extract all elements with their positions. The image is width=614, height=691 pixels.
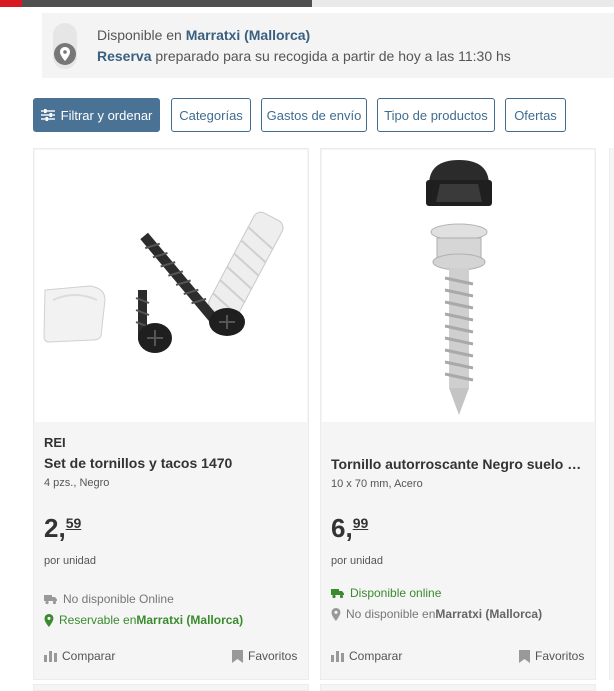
reservation-line: Reserva preparado para su recogida a par… xyxy=(97,48,511,64)
online-status-text: Disponible online xyxy=(350,586,442,600)
compare-button[interactable]: Comparar xyxy=(44,649,115,663)
price-integer: 6, xyxy=(331,513,353,543)
sliders-icon xyxy=(40,109,55,121)
offers-button[interactable]: Ofertas xyxy=(505,98,566,132)
online-status-text: No disponible Online xyxy=(63,592,174,606)
location-pin-icon xyxy=(54,43,76,65)
card-actions: Comparar Favoritos xyxy=(44,649,298,665)
top-strip-red-segment xyxy=(0,0,22,7)
location-pin-icon xyxy=(331,607,341,621)
store-pin-bubble xyxy=(53,23,77,69)
product-title[interactable]: Set de tornillos y tacos 1470 xyxy=(44,455,300,471)
categories-label: Categorías xyxy=(179,107,243,123)
filter-sort-button[interactable]: Filtrar y ordenar xyxy=(33,98,160,132)
next-row-card xyxy=(320,684,596,691)
compare-label: Comparar xyxy=(349,649,403,663)
favorites-label: Favoritos xyxy=(535,649,585,663)
categories-button[interactable]: Categorías xyxy=(171,98,251,132)
product-type-label: Tipo de productos xyxy=(384,107,488,123)
product-type-button[interactable]: Tipo de productos xyxy=(377,98,495,132)
price-unit: por unidad xyxy=(44,555,96,567)
truck-icon xyxy=(44,594,58,605)
product-subtitle: 4 pzs., Negro xyxy=(44,477,110,489)
card-actions: Comparar Favoritos xyxy=(331,649,585,665)
top-strip-dark-segment xyxy=(22,0,312,7)
favorites-button[interactable]: Favoritos xyxy=(519,649,584,663)
store-status-name[interactable]: Marratxi (Mallorca) xyxy=(136,613,243,627)
product-price: 6,99 xyxy=(331,513,368,544)
store-availability-banner[interactable]: Disponible en Marratxi (Mallorca) Reserv… xyxy=(42,13,614,78)
store-line-prefix: Disponible en xyxy=(97,27,182,43)
price-decimals: 59 xyxy=(65,515,82,531)
compare-label: Comparar xyxy=(62,649,116,663)
price-unit: por unidad xyxy=(331,555,383,567)
bar-chart-icon xyxy=(331,650,344,662)
product-image[interactable] xyxy=(35,150,307,422)
online-availability: No disponible Online xyxy=(44,592,174,606)
store-availability: Reservable en Marratxi (Mallorca) xyxy=(44,613,243,627)
next-row-card xyxy=(33,684,309,691)
product-card[interactable]: Tornillo autorroscante Negro suelo de ..… xyxy=(320,148,596,680)
favorites-button[interactable]: Favoritos xyxy=(232,649,297,663)
next-product-card-edge xyxy=(609,148,614,680)
offers-label: Ofertas xyxy=(514,107,557,123)
bookmark-icon xyxy=(519,649,530,663)
price-decimals: 99 xyxy=(352,515,369,531)
bar-chart-icon xyxy=(44,650,57,662)
reserva-link[interactable]: Reserva xyxy=(97,48,152,64)
location-pin-icon xyxy=(44,613,54,627)
bookmark-icon xyxy=(232,649,243,663)
product-card[interactable]: REI Set de tornillos y tacos 1470 4 pzs.… xyxy=(33,148,309,680)
price-integer: 2, xyxy=(44,513,66,543)
online-availability: Disponible online xyxy=(331,586,441,600)
top-progress-strip xyxy=(0,0,614,7)
compare-button[interactable]: Comparar xyxy=(331,649,402,663)
shipping-costs-button[interactable]: Gastos de envío xyxy=(261,98,367,132)
store-availability-line: Disponible en Marratxi (Mallorca) xyxy=(97,27,310,43)
store-availability: No disponible en Marratxi (Mallorca) xyxy=(331,607,542,621)
store-status-prefix: Reservable en xyxy=(59,613,137,627)
filter-sort-label: Filtrar y ordenar xyxy=(60,107,153,123)
product-brand: REI xyxy=(44,435,66,450)
truck-icon xyxy=(331,588,345,599)
store-name-link[interactable]: Marratxi (Mallorca) xyxy=(186,27,310,43)
store-status-name[interactable]: Marratxi (Mallorca) xyxy=(435,607,542,621)
product-subtitle: 10 x 70 mm, Acero xyxy=(331,478,423,490)
store-status-prefix: No disponible en xyxy=(346,607,436,621)
reservation-text: preparado para su recogida a partir de h… xyxy=(151,48,511,64)
shipping-costs-label: Gastos de envío xyxy=(266,107,362,123)
favorites-label: Favoritos xyxy=(248,649,298,663)
product-price: 2,59 xyxy=(44,513,81,544)
product-image[interactable] xyxy=(322,150,594,422)
product-title[interactable]: Tornillo autorroscante Negro suelo de ..… xyxy=(331,456,587,472)
